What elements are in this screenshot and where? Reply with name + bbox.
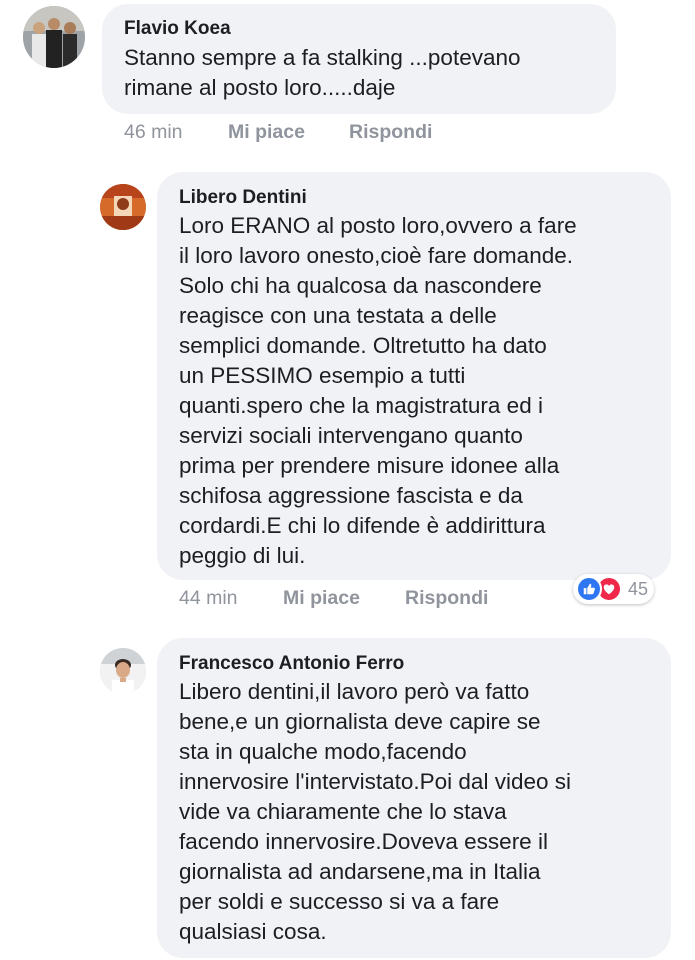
comment-meta: 46 min Mi piace Rispondi: [124, 121, 524, 147]
reactions-summary[interactable]: 45: [573, 574, 655, 604]
like-button[interactable]: Mi piace: [283, 587, 360, 610]
like-icon: [576, 576, 602, 602]
comment-timestamp: 46 min: [124, 121, 183, 143]
comment-meta: 44 min Mi piace Rispondi: [179, 587, 579, 613]
comment-text: Stanno sempre a fa stalking ...potevano …: [124, 45, 521, 100]
reply-button[interactable]: Rispondi: [405, 587, 488, 610]
comment-timestamp: 44 min: [179, 587, 238, 609]
comment-author-name[interactable]: Flavio Koea: [124, 18, 231, 40]
comment-author-name[interactable]: Francesco Antonio Ferro: [179, 653, 404, 675]
comment-text: Libero dentini,il lavoro però va fatto b…: [179, 679, 571, 944]
avatar-flavio-koea[interactable]: [23, 6, 85, 68]
avatar-libero-dentini[interactable]: [100, 184, 146, 230]
comment-text: Loro ERANO al posto loro,ovvero a fare i…: [179, 213, 577, 568]
like-button[interactable]: Mi piace: [228, 121, 305, 144]
avatar-francesco-antonio-ferro[interactable]: [100, 648, 146, 694]
reply-button[interactable]: Rispondi: [349, 121, 432, 144]
reaction-count: 45: [628, 578, 649, 599]
comment-author-name[interactable]: Libero Dentini: [179, 187, 307, 209]
